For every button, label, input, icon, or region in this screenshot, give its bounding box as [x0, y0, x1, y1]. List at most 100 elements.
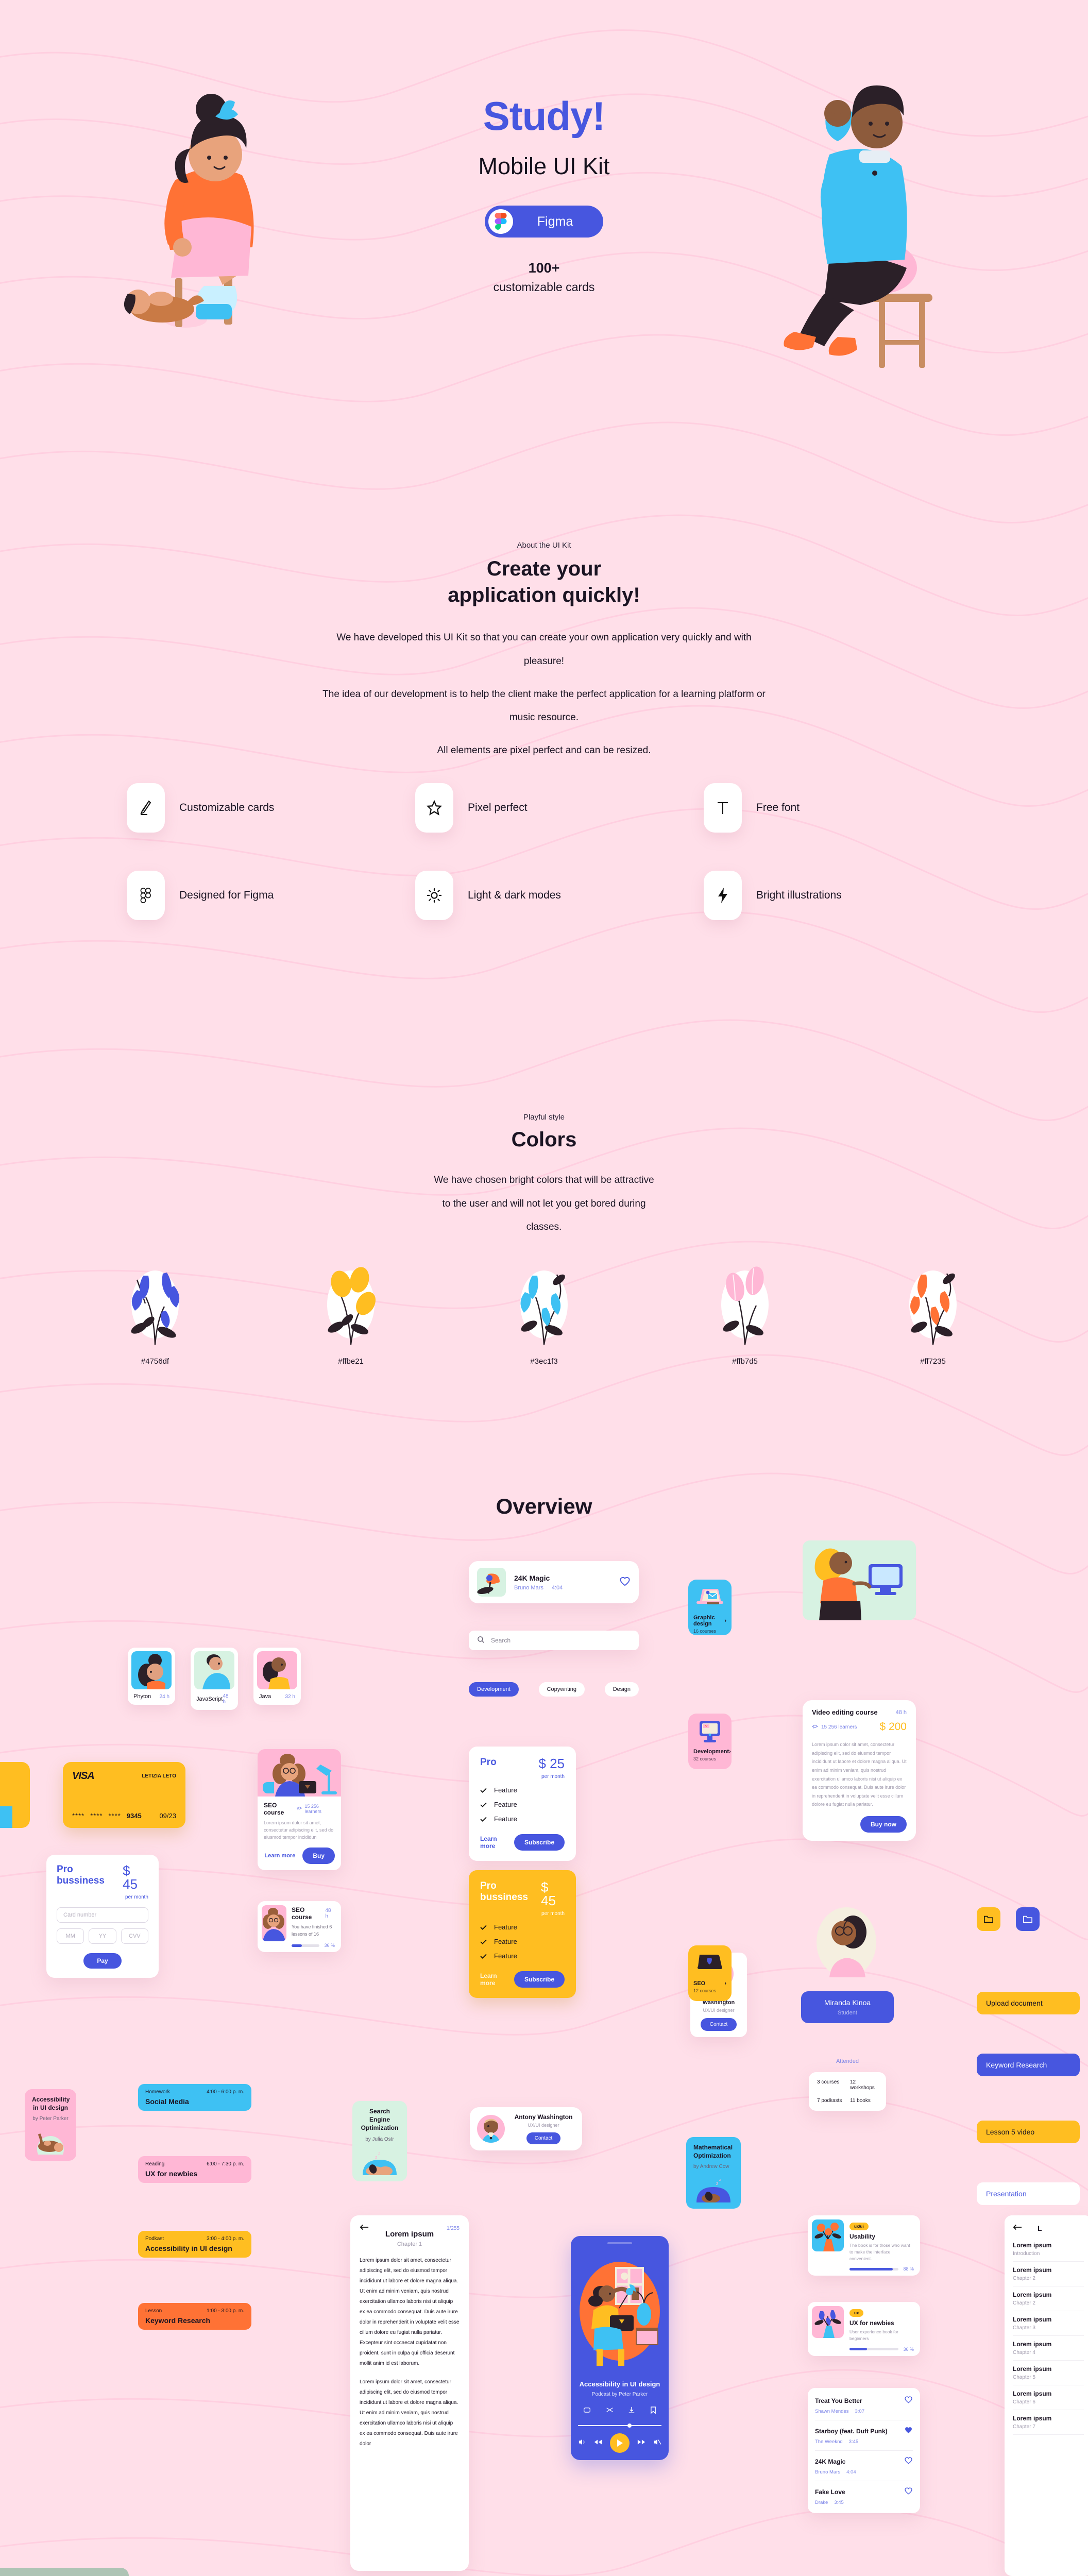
course-thumbnail: [262, 1905, 286, 1941]
chapter-item[interactable]: Lorem ipsum Chapter 3: [1013, 2311, 1084, 2336]
colors-section: Playful style Colors We have chosen brig…: [0, 1113, 1088, 1239]
feature-label: Light & dark modes: [468, 889, 561, 901]
learn-more-link[interactable]: Learn more: [480, 1835, 505, 1850]
chapter-item[interactable]: Lorem ipsum Chapter 6: [1013, 2385, 1084, 2410]
heart-icon[interactable]: [904, 2487, 913, 2497]
contact-button[interactable]: Contact: [526, 2132, 561, 2144]
download-icon[interactable]: [628, 2406, 635, 2417]
chapter-item[interactable]: Lorem ipsum Chapter 2: [1013, 2262, 1084, 2286]
miranda-name-card[interactable]: Miranda Kinoa Student: [801, 1991, 894, 2023]
music-row-card[interactable]: 24K Magic Bruno Mars 4:04: [469, 1561, 639, 1603]
feature-designed-for-figma[interactable]: Designed for Figma: [127, 871, 274, 920]
card-holder: LETIZIA LETO: [142, 1773, 176, 1779]
notch: [607, 2242, 632, 2244]
seek-bar[interactable]: [578, 2424, 661, 2428]
side-button-upload-document[interactable]: Upload document: [977, 1992, 1080, 2014]
playlist-track[interactable]: Starboy (feat. Duft Punk) The Weeknd 3:45: [815, 2420, 913, 2451]
back-icon[interactable]: [360, 2224, 369, 2233]
folder-button-blue[interactable]: [1016, 1907, 1040, 1931]
feature-customizable-cards[interactable]: Customizable cards: [127, 783, 274, 833]
document-reader-card: 1/255 Lorem ipsum Chapter 1 Lorem ipsum …: [350, 2215, 469, 2571]
chip-copywriting[interactable]: Copywriting: [538, 1682, 585, 1697]
figma-button[interactable]: Figma: [485, 206, 603, 238]
shuffle-icon[interactable]: [606, 2406, 614, 2417]
expiry-month-input[interactable]: MM: [57, 1928, 84, 1944]
back-icon[interactable]: [1013, 2224, 1022, 2233]
chapter-item[interactable]: Lorem ipsum Chapter 4: [1013, 2336, 1084, 2361]
feature-light-dark-modes[interactable]: Light & dark modes: [415, 871, 561, 920]
task-card-homework[interactable]: Homework 4:00 - 6:00 p. m. Social Media: [138, 2084, 251, 2111]
category-card-graphic-design[interactable]: Graphic design › 16 courses: [688, 1580, 732, 1635]
heart-icon[interactable]: [904, 2396, 913, 2406]
hero-illustration-card: [803, 1540, 916, 1620]
buy-button[interactable]: Buy: [302, 1847, 335, 1864]
feature-bright-illustrations[interactable]: Bright illustrations: [704, 871, 842, 920]
book-card-usability: ux/ui Usability The book is for those wh…: [808, 2215, 920, 2276]
feature-free-font[interactable]: Free font: [704, 783, 800, 833]
podcast-title: Search Engine Optimization: [361, 2108, 399, 2132]
person-role: UX/UI designer: [703, 2008, 735, 2013]
contact-button[interactable]: Contact: [700, 2018, 737, 2031]
side-button-lesson-5-video[interactable]: Lesson 5 video: [977, 2121, 1080, 2143]
expiry-year-input[interactable]: YY: [89, 1928, 116, 1944]
plan-feature: Feature: [480, 1938, 565, 1945]
task-card-podkast[interactable]: Podkast 3:00 - 4:00 p. m. Accessibility i…: [138, 2231, 251, 2258]
chapter-item[interactable]: Lorem ipsum Chapter 2: [1013, 2286, 1084, 2311]
overview-section: Overview: [0, 1494, 1088, 1519]
rewind-icon[interactable]: [594, 2438, 602, 2448]
track-artist: Shawn Mendes: [815, 2409, 849, 2414]
avatar-miranda: [814, 1906, 879, 1978]
mute-icon[interactable]: [653, 2438, 661, 2448]
volume-icon[interactable]: [578, 2438, 586, 2448]
subscribe-button[interactable]: Subscribe: [514, 1971, 565, 1988]
hero-illustration-left: [124, 94, 254, 328]
buy-now-button[interactable]: Buy now: [860, 1816, 907, 1833]
learn-more-link[interactable]: Learn more: [480, 1972, 505, 1987]
side-button-keyword-research[interactable]: Keyword Research: [977, 2054, 1080, 2076]
feature-pixel-perfect[interactable]: Pixel perfect: [415, 783, 528, 833]
task-time: 1:00 - 3:00 p. m.: [207, 2308, 244, 2314]
search-placeholder: Search: [491, 1637, 511, 1644]
pay-button[interactable]: Pay: [83, 1953, 122, 1969]
side-button-presentation[interactable]: Presentation: [977, 2182, 1080, 2205]
chapter-item[interactable]: Lorem ipsum Chapter 7: [1013, 2410, 1084, 2435]
playlist-track[interactable]: Treat You Better Shawn Mendes 3:07: [815, 2390, 913, 2420]
repeat-icon[interactable]: [583, 2406, 591, 2417]
category-card-development[interactable]: Development › 32 courses: [688, 1714, 732, 1769]
chip-development[interactable]: Development: [469, 1682, 519, 1697]
heart-icon[interactable]: [904, 2456, 913, 2467]
search-input[interactable]: Search: [469, 1631, 639, 1650]
plan-feature: Feature: [480, 1815, 565, 1823]
play-button[interactable]: [610, 2433, 630, 2453]
visa-logo: VISA: [72, 1770, 95, 1782]
course-mini-card[interactable]: JavaScript 48 h: [191, 1648, 238, 1710]
podcast-tile-accessibility[interactable]: Accessibility in UI design by Peter Park…: [25, 2089, 76, 2161]
category-card-seo[interactable]: SEO › 12 courses: [688, 1945, 732, 2001]
pricing-card-pro-bussiness: Pro bussiness $ 45 per month Feature Fea…: [469, 1870, 576, 1998]
task-card-reading[interactable]: Reading 6:00 - 7:30 p. m. UX for newbies: [138, 2156, 251, 2183]
playlist-track[interactable]: Fake Love Drake 3:45: [815, 2481, 913, 2511]
card-number-input[interactable]: Card number: [57, 1907, 148, 1923]
folder-button-yellow[interactable]: [977, 1907, 1000, 1931]
learn-more-link[interactable]: Learn more: [264, 1853, 295, 1859]
course-title: SEO course: [264, 1802, 284, 1816]
bookmark-icon[interactable]: [650, 2406, 656, 2417]
book-title: Usability: [849, 2233, 876, 2240]
task-card-lesson[interactable]: Lesson 1:00 - 3:00 p. m. Keyword Research: [138, 2303, 251, 2330]
podcast-tile-mathematical[interactable]: Mathematical Optimization by Andrew Cow …: [686, 2137, 741, 2209]
chapter-item[interactable]: Lorem ipsum Introduction: [1013, 2237, 1084, 2262]
cvv-input[interactable]: CVV: [121, 1928, 148, 1944]
playlist-track[interactable]: 24K Magic Bruno Mars 4:04: [815, 2451, 913, 2481]
heart-icon[interactable]: [904, 2426, 913, 2436]
heart-icon[interactable]: [619, 1576, 631, 1589]
podcast-author: by Julia Ostr: [365, 2136, 394, 2142]
podcast-tile-seo[interactable]: Search Engine Optimization by Julia Ostr…: [352, 2101, 407, 2181]
chip-design[interactable]: Design: [604, 1682, 639, 1697]
album-art: [477, 1568, 506, 1597]
chapter-item[interactable]: Lorem ipsum Chapter 5: [1013, 2361, 1084, 2385]
category-courses: 32 courses: [693, 1756, 717, 1761]
chevron-right-icon: ›: [729, 1749, 731, 1755]
forward-icon[interactable]: [637, 2438, 645, 2448]
subscribe-button[interactable]: Subscribe: [514, 1834, 565, 1851]
course-description: Lorem ipsum dolor sit amet, consectetur …: [264, 1820, 334, 1840]
